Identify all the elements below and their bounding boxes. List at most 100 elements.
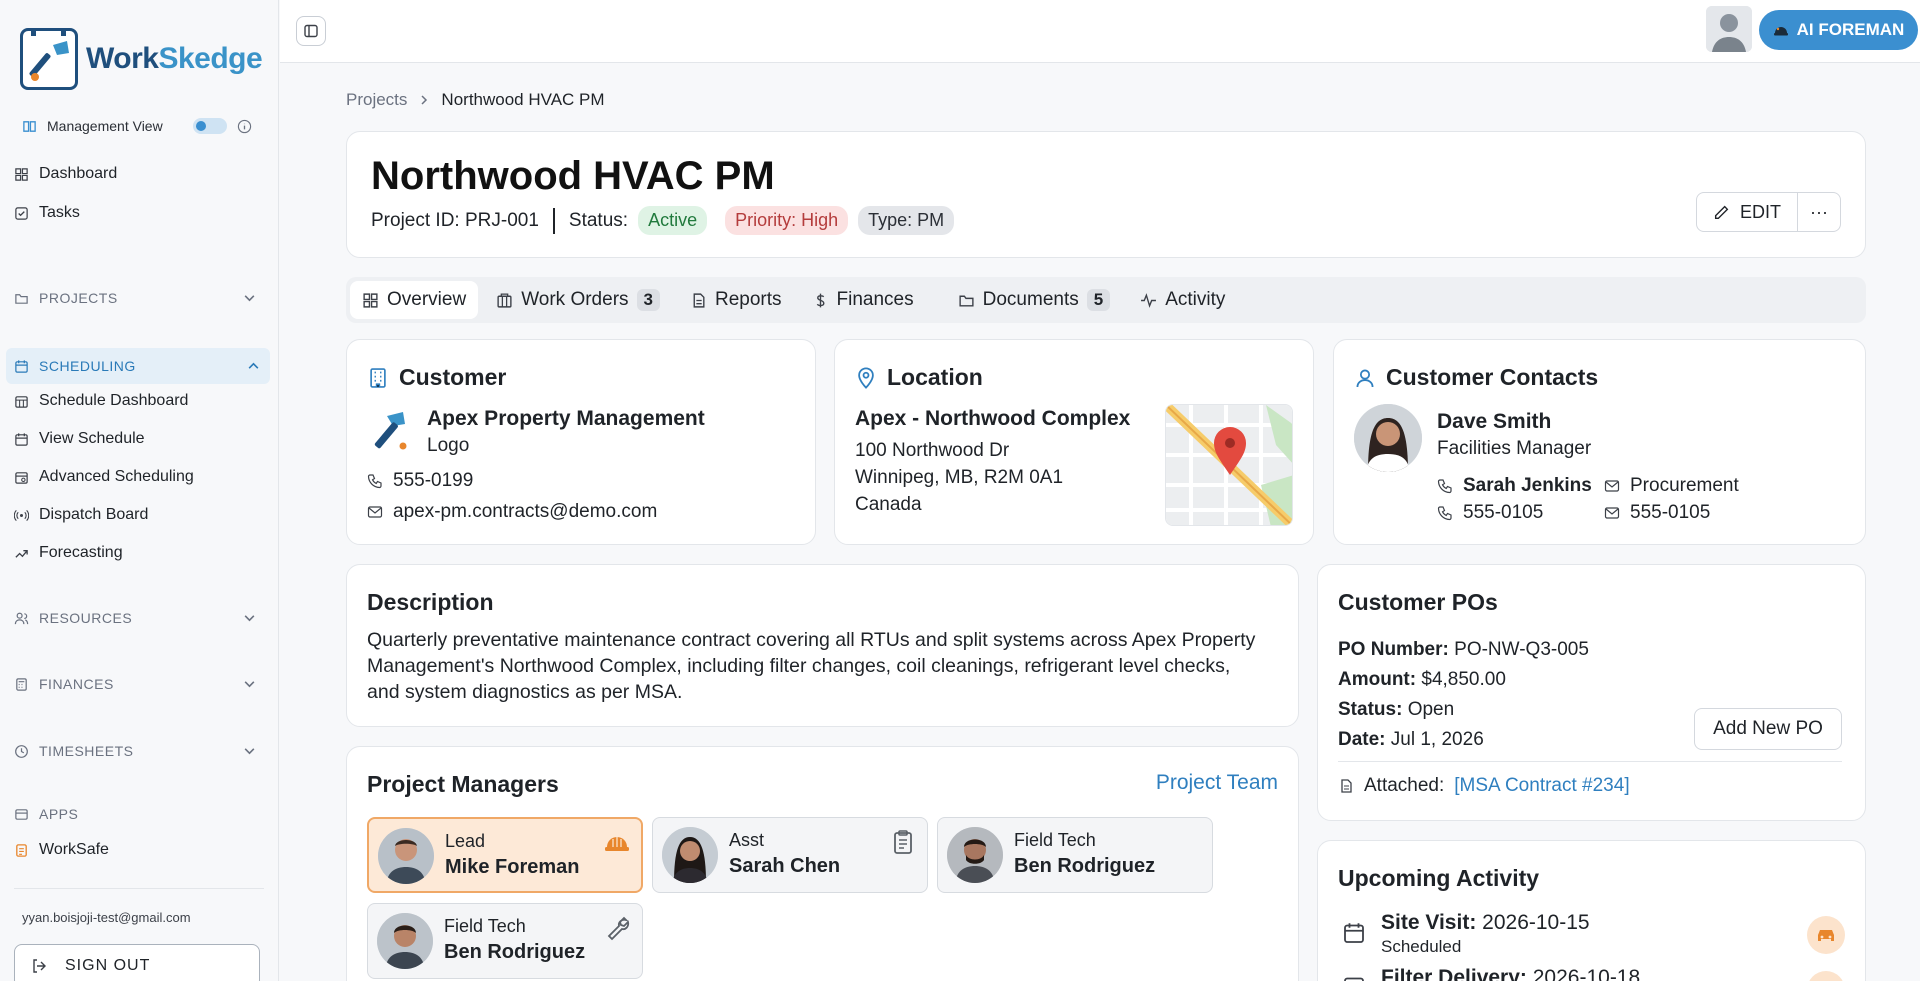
sidebar-section-apps[interactable]: APPS [14,806,266,822]
user-avatar[interactable] [1706,6,1752,52]
manager-role: Field Tech [444,916,526,936]
sidebar-item-label: View Schedule [39,430,145,447]
person-photo-icon [947,827,1003,883]
tab-overview[interactable]: Overview [350,281,479,319]
sidebar-section-resources[interactable]: RESOURCES [14,610,266,626]
activity-item-1[interactable]: Site Visit: 2026-10-15 [1381,911,1590,935]
tab-count-badge: 5 [1086,289,1111,311]
section-label: APPS [39,806,79,822]
po-date-label: Date: [1338,729,1386,750]
manager-card-lead[interactable]: Lead Mike Foreman [367,817,643,893]
tab-label: Documents [982,289,1079,310]
logo-mark [20,28,78,90]
ai-foreman-button[interactable]: AI FOREMAN [1759,10,1918,50]
attached-contract-link[interactable]: [MSA Contract #234] [1454,775,1629,797]
managers-title: Project Managers [367,771,559,797]
section-label: TIMESHEETS [39,743,134,759]
tab-work-orders[interactable]: Work Orders 3 [484,281,672,319]
project-header-card: Northwood HVAC PM Project ID: PRJ-001 St… [346,131,1866,258]
manager-card-field-tech-2[interactable]: Field Tech Ben Rodriguez [367,903,643,979]
manager-card-asst[interactable]: Asst Sarah Chen [652,817,928,893]
breadcrumb-projects-link[interactable]: Projects [346,90,407,110]
location-line1: 100 Northwood Dr [855,440,1010,461]
sidebar-item-forecasting[interactable]: Forecasting [14,544,123,562]
ai-foreman-label: AI FOREMAN [1796,20,1905,39]
sign-out-button[interactable]: SIGN OUT [14,944,260,981]
sidebar-item-advanced-scheduling[interactable]: Advanced Scheduling [14,468,194,486]
add-new-po-button[interactable]: Add New PO [1694,708,1842,750]
project-team-link[interactable]: Project Team [1156,771,1278,795]
location-map-thumbnail[interactable] [1165,404,1293,526]
car-icon [1818,930,1834,941]
pos-title: Customer POs [1338,589,1498,615]
calendar-icon [15,432,28,446]
contact-phone-secondary[interactable]: 555-0105 [1630,502,1710,524]
activity-item-date: 2026-10-15 [1482,911,1590,934]
manager-role: Lead [445,831,486,851]
box-icon [1344,977,1364,981]
person-photo-icon [1354,404,1422,472]
tab-finances[interactable]: Finances [800,281,926,319]
sidebar-item-label: Schedule Dashboard [39,392,189,409]
person-photo-icon [377,913,433,969]
status-badge: Active [638,206,708,235]
tab-activity[interactable]: Activity [1128,281,1237,319]
sidebar-section-projects[interactable]: PROJECTS [14,290,266,306]
activity-item-2[interactable]: Filter Delivery: 2026-10-18 [1381,966,1640,981]
sidebar-item-label: Tasks [39,204,80,221]
sidebar-item-dashboard[interactable]: Dashboard [14,165,117,183]
sidebar-section-finances[interactable]: FINANCES [14,676,266,692]
section-label: SCHEDULING [39,358,136,374]
activity-item-label: Filter Delivery: [1381,966,1527,981]
mail-icon [367,506,383,518]
tab-reports[interactable]: Reports [678,281,794,319]
section-label: PROJECTS [39,290,118,306]
tab-documents[interactable]: Documents 5 [946,281,1123,319]
edit-label: EDIT [1739,201,1781,222]
phone-icon [367,474,382,489]
top-bar: AI FOREMAN [280,0,1920,63]
hardhat-icon [605,837,629,851]
sidebar-item-schedule-dashboard[interactable]: Schedule Dashboard [14,392,188,410]
more-options-button[interactable]: ··· [1798,193,1840,231]
description-text: Quarterly preventative maintenance contr… [367,629,1256,703]
sidebar-section-scheduling[interactable]: SCHEDULING [6,348,270,384]
building-icon [497,292,512,308]
manager-name: Ben Rodriguez [1014,855,1156,877]
manager-card-field-tech[interactable]: Field Tech Ben Rodriguez [937,817,1213,893]
clipboard-icon [16,843,27,857]
location-card-title: Location [855,364,983,391]
tab-label: Overview [387,289,467,310]
edit-button[interactable]: EDIT [1697,193,1798,231]
sidebar-item-tasks[interactable]: Tasks [14,204,80,222]
po-number-label: PO Number: [1338,639,1449,660]
customer-contacts-card: Customer Contacts Dave Smith Facilities … [1333,339,1866,545]
page-title: Northwood HVAC PM [371,154,775,198]
folder-icon [15,293,28,304]
manager-avatar [662,827,718,883]
info-icon[interactable] [237,119,252,134]
customer-email[interactable]: apex-pm.contracts@demo.com [393,501,657,523]
po-attachment-row: Attached: [MSA Contract #234] [1338,775,1630,797]
sidebar-item-worksafe[interactable]: WorkSafe [14,841,109,859]
management-view-toggle[interactable] [192,118,227,134]
manager-avatar [378,828,434,884]
activity-item-date: 2026-10-18 [1532,966,1641,981]
contact-secondary-role-row: Procurement [1604,475,1739,497]
app-logo[interactable]: WorkSkedge [20,28,263,90]
toggle-sidebar-button[interactable] [296,16,326,46]
tab-label: Work Orders [521,289,629,310]
sidebar-section-timesheets[interactable]: TIMESHEETS [14,743,266,759]
mail-icon [1604,480,1620,492]
po-status-row: Status: Open [1338,699,1454,721]
chevron-right-icon [421,95,428,105]
sidebar-item-label: Dispatch Board [39,506,149,523]
sidebar-item-view-schedule[interactable]: View Schedule [14,430,145,448]
user-icon [1356,369,1374,387]
pencil-icon [1714,205,1729,219]
card-title-text: Customer Contacts [1386,364,1599,390]
customer-phone[interactable]: 555-0199 [393,470,473,492]
sidebar-item-dispatch-board[interactable]: Dispatch Board [14,506,148,524]
card-title-text: Customer [399,364,507,390]
contact-phone[interactable]: 555-0105 [1463,502,1543,524]
